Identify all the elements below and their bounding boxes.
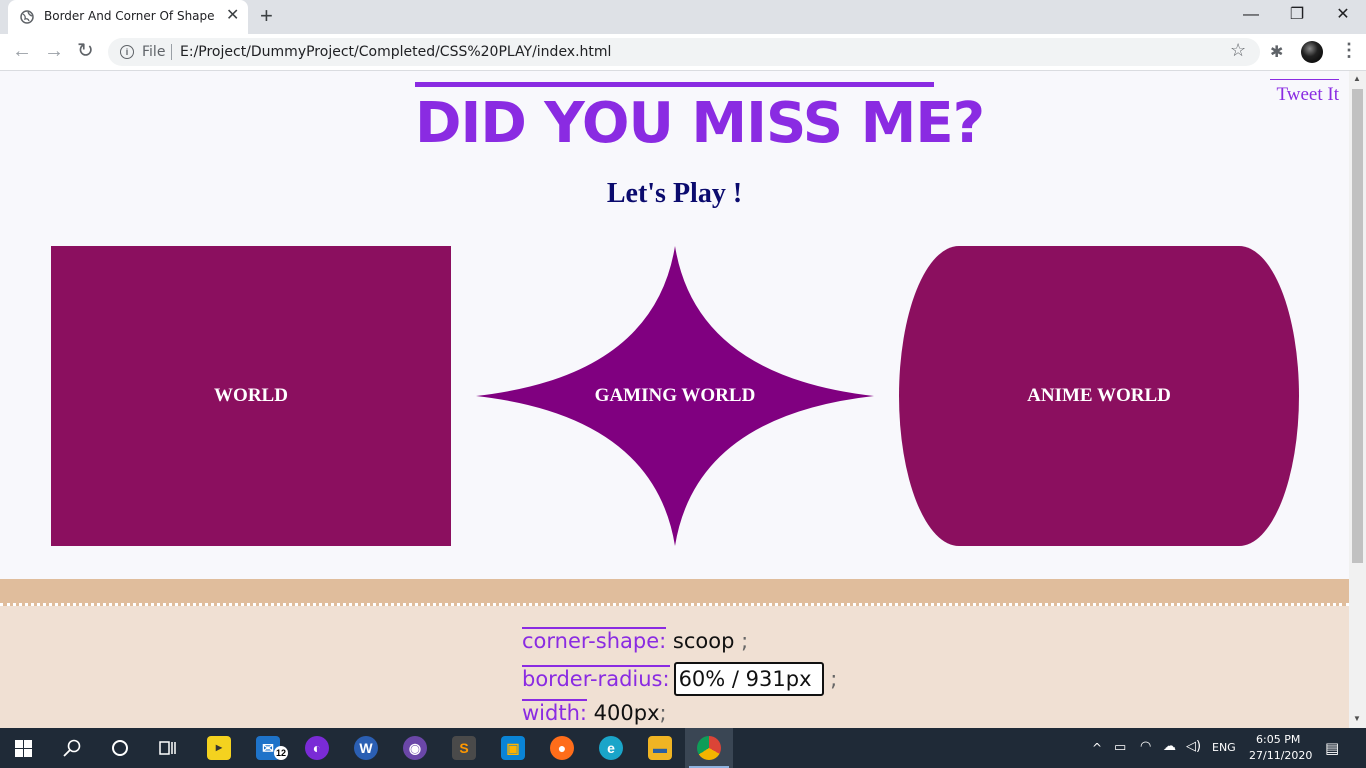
property-name: border-radius:: [522, 665, 670, 691]
clock-time[interactable]: 6:05 PM: [1256, 733, 1300, 746]
tweet-link[interactable]: Tweet It: [1270, 79, 1339, 106]
forward-button[interactable]: →: [44, 40, 64, 62]
tray-expand-icon[interactable]: ^: [1092, 741, 1102, 755]
property-value: scoop: [672, 629, 735, 653]
omnibox-divider: [171, 44, 172, 60]
property-value: 400px: [593, 701, 660, 725]
panel-header-strip: [0, 579, 1349, 606]
volume-icon[interactable]: ◁): [1186, 739, 1201, 754]
word-app-icon[interactable]: W: [354, 736, 378, 760]
file-explorer-icon[interactable]: ▬: [648, 736, 672, 760]
reload-button[interactable]: ↻: [77, 40, 94, 62]
url-text[interactable]: E:/Project/DummyProject/Completed/CSS%20…: [180, 44, 611, 60]
battery-icon[interactable]: ▭: [1114, 740, 1126, 755]
tab-bar: Border And Corner Of Shape ✕ + — ❐ ✕: [0, 0, 1366, 34]
border-radius-input[interactable]: 60% / 931px: [673, 662, 824, 696]
code-panel: corner-shape: scoop ; border-radius: 60% …: [0, 579, 1349, 728]
github-desktop-icon[interactable]: ◉: [403, 736, 427, 760]
language-indicator[interactable]: ENG: [1212, 741, 1236, 754]
scroll-thumb[interactable]: [1352, 89, 1363, 563]
mail-unread-badge: 12: [274, 746, 288, 760]
shape-label: GAMING WORLD: [594, 385, 756, 406]
squares-app-icon[interactable]: ▣: [501, 736, 525, 760]
shape-label: WORLD: [214, 385, 288, 406]
property-name: width:: [522, 699, 587, 725]
player-app-icon[interactable]: ▶: [207, 736, 231, 760]
info-icon[interactable]: i: [120, 45, 134, 59]
code-line-width: width: 400px;: [522, 699, 667, 725]
windows-taskbar: ▶ ✉ ◐ W ◉ S ▣ ● e ▬ ^ ▭ ◠ ☁ ◁) ENG 6:05 …: [0, 728, 1366, 768]
search-icon[interactable]: [63, 739, 81, 757]
vertical-scrollbar[interactable]: ▲ ▼: [1349, 71, 1366, 728]
browser-tab[interactable]: Border And Corner Of Shape ✕: [8, 0, 248, 34]
task-view-icon[interactable]: [159, 739, 177, 757]
tor-browser-icon[interactable]: ◐: [305, 736, 329, 760]
shape-world[interactable]: WORLD: [51, 246, 451, 546]
property-name: corner-shape:: [522, 627, 667, 653]
scheme-label: File: [142, 44, 166, 60]
semicolon: ;: [741, 629, 749, 653]
browser-menu-icon[interactable]: ⋮: [1340, 40, 1358, 61]
edge-icon[interactable]: e: [599, 736, 623, 760]
code-line-corner-shape: corner-shape: scoop ;: [522, 627, 749, 653]
shape-gaming-world[interactable]: GAMING WORLD: [476, 246, 874, 546]
bookmark-star-icon[interactable]: ☆: [1230, 40, 1246, 61]
scroll-down-arrow-icon[interactable]: ▼: [1353, 714, 1361, 723]
semicolon: ;: [659, 701, 667, 725]
profile-avatar[interactable]: [1301, 41, 1323, 63]
semicolon: ;: [830, 667, 838, 691]
notifications-icon[interactable]: ▤: [1325, 739, 1339, 757]
tab-close-icon[interactable]: ✕: [226, 7, 239, 25]
extensions-icon[interactable]: ✱: [1270, 42, 1283, 62]
headline-block: DID YOU MISS ME?: [415, 82, 985, 156]
shape-anime-world[interactable]: ANIME WORLD: [899, 246, 1299, 546]
page-headline: DID YOU MISS ME?: [415, 91, 985, 156]
page-subhead: Let's Play !: [606, 178, 743, 209]
firefox-icon[interactable]: ●: [550, 736, 574, 760]
new-tab-button[interactable]: +: [260, 4, 273, 28]
chrome-icon[interactable]: [697, 736, 721, 760]
shape-label: ANIME WORLD: [1027, 385, 1171, 406]
globe-icon: [20, 10, 34, 24]
back-button[interactable]: ←: [12, 40, 32, 62]
sublime-text-icon[interactable]: S: [452, 736, 476, 760]
minimize-button[interactable]: —: [1236, 5, 1266, 25]
tab-title: Border And Corner Of Shape: [44, 9, 215, 23]
clock-date[interactable]: 27/11/2020: [1249, 749, 1312, 762]
address-bar[interactable]: i File E:/Project/DummyProject/Completed…: [108, 38, 1260, 66]
code-line-border-radius: border-radius: 60% / 931px ;: [522, 662, 837, 696]
onedrive-icon[interactable]: ☁: [1163, 739, 1176, 754]
wifi-icon[interactable]: ◠: [1140, 739, 1151, 754]
browser-toolbar: ← → ↻ i File E:/Project/DummyProject/Com…: [0, 34, 1366, 71]
restore-button[interactable]: ❐: [1282, 5, 1312, 25]
scroll-up-arrow-icon[interactable]: ▲: [1353, 74, 1361, 83]
page-content: DID YOU MISS ME? Tweet It Let's Play ! W…: [0, 71, 1349, 728]
windows-start-icon[interactable]: [15, 740, 32, 757]
close-window-button[interactable]: ✕: [1328, 5, 1358, 25]
cortana-icon[interactable]: [111, 739, 129, 757]
